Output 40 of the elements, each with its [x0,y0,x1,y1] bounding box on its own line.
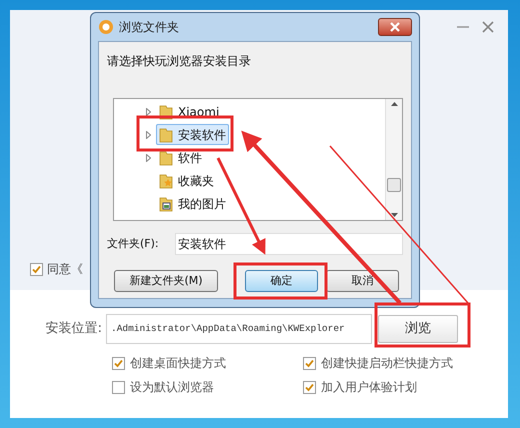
folder-label: 文件夹(F): [107,236,160,252]
tree-item[interactable]: 安装软件 [156,124,229,145]
checkbox[interactable] [303,380,316,394]
dialog-title: 浏览文件夹 [119,19,179,36]
option-label: 创建快捷启动栏快捷方式 [321,355,453,372]
close-button[interactable] [378,18,412,36]
folder-icon [159,150,173,166]
close-icon [390,22,400,32]
folder-name-field[interactable]: 安装软件 [175,233,403,255]
scrollbar[interactable] [385,99,402,220]
install-path-field[interactable]: .Administrator\AppData\Roaming\KWExplorer [106,314,372,344]
checkbox[interactable] [303,356,316,370]
agreement-label: 同意《 [47,261,83,278]
scrollbar-thumb[interactable] [387,178,401,192]
option-label: 创建桌面快捷方式 [130,355,226,372]
browser-app-icon [98,19,114,35]
expand-arrow-icon[interactable] [144,130,153,140]
expand-arrow-icon[interactable] [144,106,153,116]
checkbox[interactable] [112,356,125,370]
close-icon[interactable] [482,20,494,32]
tree-item[interactable]: 我的图片 [156,193,229,214]
minimize-icon[interactable] [456,26,468,28]
dialog-button[interactable]: 取消 [326,270,399,292]
favorites-folder-icon [159,172,173,188]
checkbox[interactable] [30,262,43,276]
folder-icon [159,126,173,142]
scroll-up-icon[interactable] [390,102,398,106]
browse-button[interactable]: 浏览 [378,315,458,343]
option-label: 加入用户体验计划 [321,379,417,396]
tree-item[interactable]: 收藏夹 [156,170,217,191]
dialog-prompt: 请选择快玩浏览器安装目录 [107,53,252,70]
expand-arrow-icon[interactable] [144,152,153,162]
dialog-button[interactable]: 新建文件夹(M) [114,270,218,292]
pictures-folder-icon [159,196,173,212]
dialog-button[interactable]: 确定 [245,270,318,292]
scroll-down-icon[interactable] [390,213,398,217]
option-label: 设为默认浏览器 [130,379,214,396]
install-location-label: 安装位置: [44,320,103,338]
checkbox[interactable] [112,380,125,394]
tree-item[interactable]: 软件 [156,147,205,168]
